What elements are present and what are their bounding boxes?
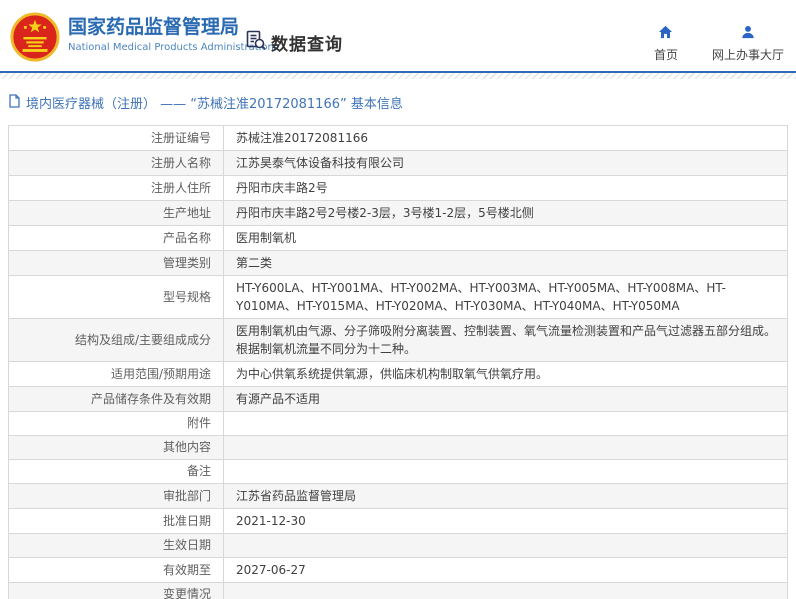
table-row: 注册人住所 丹阳市庆丰路2号: [8, 175, 788, 201]
row-value: [223, 411, 788, 436]
nav-label-home: 首页: [653, 48, 678, 62]
registration-info-section: 注册证编号 苏械注准20172081166 注册人名称 江苏昊泰气体设备科技有限…: [0, 122, 796, 599]
row-value: 为中心供氧系统提供氧源，供临床机构制取氧气供氧疗用。: [223, 361, 788, 387]
national-emblem-icon: [10, 12, 60, 62]
row-label: 注册证编号: [8, 125, 224, 151]
row-label: 产品储存条件及有效期: [8, 386, 224, 412]
table-row: 批准日期 2021-12-30: [8, 508, 788, 534]
nav-item-home[interactable]: 首页: [654, 24, 678, 63]
top-nav: 首页 网上办事大厅: [654, 24, 784, 63]
table-row: 变更情况: [8, 582, 788, 599]
table-row: 注册人名称 江苏昊泰气体设备科技有限公司: [8, 150, 788, 176]
row-value: 2027-06-27: [223, 557, 788, 583]
table-row: 产品储存条件及有效期 有源产品不适用: [8, 386, 788, 412]
table-row: 有效期至 2027-06-27: [8, 557, 788, 583]
row-value: 有源产品不适用: [223, 386, 788, 412]
row-label: 批准日期: [8, 508, 224, 534]
data-query-tab[interactable]: 数据查询: [245, 29, 343, 55]
row-value: 江苏昊泰气体设备科技有限公司: [223, 150, 788, 176]
table-row: 结构及组成/主要组成成分 医用制氧机由气源、分子筛吸附分离装置、控制装置、氧气流…: [8, 318, 788, 362]
row-value: [223, 435, 788, 460]
row-label: 适用范围/预期用途: [8, 361, 224, 387]
org-name-en: National Medical Products Administration: [68, 42, 274, 53]
breadcrumb: 境内医疗器械（注册） —— “苏械注准20172081166” 基本信息: [0, 79, 796, 122]
table-row: 产品名称 医用制氧机: [8, 225, 788, 251]
row-value: [223, 582, 788, 599]
table-row: 备注: [8, 459, 788, 484]
row-label: 注册人名称: [8, 150, 224, 176]
row-label: 审批部门: [8, 483, 224, 509]
data-query-label: 数据查询: [271, 34, 343, 55]
header: 国家药品监督管理局 National Medical Products Admi…: [0, 0, 796, 73]
table-row: 附件: [8, 411, 788, 436]
row-label: 备注: [8, 459, 224, 484]
row-label: 管理类别: [8, 250, 224, 276]
row-value: HT-Y600LA、HT-Y001MA、HT-Y002MA、HT-Y003MA、…: [223, 275, 788, 319]
row-label: 有效期至: [8, 557, 224, 583]
table-row: 其他内容: [8, 435, 788, 460]
table-row: 生产地址 丹阳市庆丰路2号2号楼2-3层，3号楼1-2层，5号楼北侧: [8, 200, 788, 226]
row-value: 丹阳市庆丰路2号: [223, 175, 788, 201]
row-value: 第二类: [223, 250, 788, 276]
home-icon: [658, 24, 673, 43]
table-row: 审批部门 江苏省药品监督管理局: [8, 483, 788, 509]
user-icon: [741, 24, 755, 43]
row-label: 附件: [8, 411, 224, 436]
row-value: 2021-12-30: [223, 508, 788, 534]
org-title-block: 国家药品监督管理局 National Medical Products Admi…: [68, 14, 274, 53]
info-table: 注册证编号 苏械注准20172081166 注册人名称 江苏昊泰气体设备科技有限…: [8, 125, 788, 599]
row-value: 医用制氧机由气源、分子筛吸附分离装置、控制装置、氧气流量检测装置和产品气过滤器五…: [223, 318, 788, 362]
row-label: 注册人住所: [8, 175, 224, 201]
row-value: 医用制氧机: [223, 225, 788, 251]
row-label: 生效日期: [8, 533, 224, 558]
nav-label-service-hall: 网上办事大厅: [711, 48, 784, 62]
row-label: 变更情况: [8, 582, 224, 599]
table-row: 型号规格 HT-Y600LA、HT-Y001MA、HT-Y002MA、HT-Y0…: [8, 275, 788, 319]
nav-item-service-hall[interactable]: 网上办事大厅: [712, 24, 784, 63]
table-row: 管理类别 第二类: [8, 250, 788, 276]
row-value: [223, 459, 788, 484]
row-label: 结构及组成/主要组成成分: [8, 318, 224, 362]
row-value: 丹阳市庆丰路2号2号楼2-3层，3号楼1-2层，5号楼北侧: [223, 200, 788, 226]
row-label: 其他内容: [8, 435, 224, 460]
table-row: 适用范围/预期用途 为中心供氧系统提供氧源，供临床机构制取氧气供氧疗用。: [8, 361, 788, 387]
breadcrumb-text: 境内医疗器械（注册） —— “苏械注准20172081166” 基本信息: [26, 97, 403, 112]
table-row: 生效日期: [8, 533, 788, 558]
row-label: 产品名称: [8, 225, 224, 251]
row-label: 型号规格: [8, 275, 224, 319]
row-value: 江苏省药品监督管理局: [223, 483, 788, 509]
row-label: 生产地址: [8, 200, 224, 226]
org-name-cn: 国家药品监督管理局: [68, 16, 240, 38]
document-icon: [8, 93, 21, 112]
row-value: 苏械注准20172081166: [223, 125, 788, 151]
row-value: [223, 533, 788, 558]
data-query-icon: [245, 29, 267, 55]
table-row: 注册证编号 苏械注准20172081166: [8, 125, 788, 151]
